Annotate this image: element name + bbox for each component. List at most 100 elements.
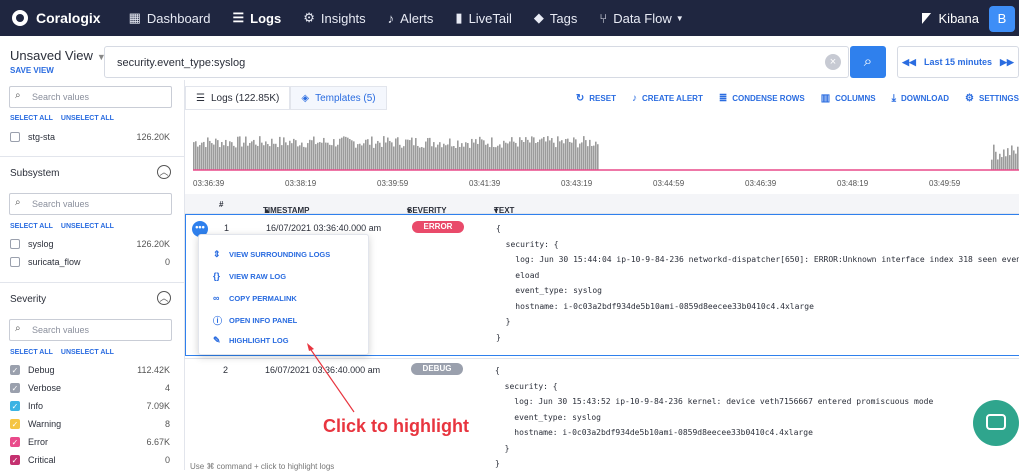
search-button[interactable]: ⌕ bbox=[850, 46, 886, 78]
filter-value[interactable]: ✓ Warning 8 bbox=[10, 419, 170, 429]
checkbox[interactable]: ✓ bbox=[10, 401, 20, 411]
nav-dataflow[interactable]: ⑂ Data Flow ▼ bbox=[599, 11, 683, 26]
histogram-bar bbox=[367, 139, 369, 170]
tab-templates[interactable]: ◈ Templates (5) bbox=[290, 86, 387, 110]
nav-label: Logs bbox=[250, 10, 282, 26]
checkbox[interactable]: ✓ bbox=[10, 455, 20, 465]
nav-logs[interactable]: ☰ Logs bbox=[232, 10, 281, 26]
nav-tags[interactable]: ◆ Tags bbox=[534, 10, 577, 26]
create-alert-button[interactable]: ♪ CREATE ALERT bbox=[632, 93, 703, 104]
filter-value[interactable]: suricata_flow 0 bbox=[10, 257, 170, 267]
menu-item-highlight-log[interactable]: ✎ HIGHLIGHT LOG bbox=[213, 335, 289, 346]
search-values-input[interactable]: Search values bbox=[9, 193, 172, 215]
row-context-menu: ⇕ VIEW SURROUNDING LOGS {} VIEW RAW LOG … bbox=[198, 234, 369, 355]
brand-logo[interactable]: Coralogix bbox=[12, 10, 101, 26]
histogram-bar bbox=[201, 142, 203, 170]
menu-item-info-panel[interactable]: ⓘ OPEN INFO PANEL bbox=[213, 314, 297, 327]
unselect-all-button[interactable]: UNSELECT ALL bbox=[61, 115, 114, 122]
histogram-bar bbox=[341, 137, 343, 170]
select-all-button[interactable]: SELECT ALL bbox=[10, 223, 53, 230]
histogram-bar bbox=[999, 153, 1001, 170]
rewind-icon[interactable]: ◀◀ bbox=[902, 57, 916, 68]
histogram-bar bbox=[535, 143, 537, 170]
checkbox[interactable]: ✓ bbox=[10, 365, 20, 375]
clear-icon[interactable]: × bbox=[825, 54, 841, 70]
section-header-severity[interactable]: Severity ︿ bbox=[0, 282, 184, 305]
save-view-button[interactable]: SAVE VIEW bbox=[10, 66, 54, 75]
unselect-all-button[interactable]: UNSELECT ALL bbox=[61, 223, 114, 230]
histogram-bar bbox=[1011, 145, 1013, 170]
avatar[interactable]: B bbox=[989, 6, 1015, 32]
histogram-bar bbox=[199, 145, 201, 170]
nav-livetail[interactable]: ▮ LiveTail bbox=[455, 10, 512, 26]
kibana-link[interactable]: Kibana bbox=[921, 11, 979, 26]
menu-item-label: COPY PERMALINK bbox=[229, 293, 297, 303]
histogram-bar bbox=[401, 147, 403, 170]
menu-item-copy-permalink[interactable]: ∞ COPY PERMALINK bbox=[213, 293, 297, 303]
column-header-num[interactable]: # bbox=[219, 200, 223, 209]
view-selector[interactable]: Unsaved View ▼ bbox=[10, 48, 106, 63]
section-header-subsystem[interactable]: Subsystem ︿ bbox=[0, 156, 184, 179]
filter-value[interactable]: ✓ Error 6.67K bbox=[10, 437, 170, 447]
checkbox[interactable] bbox=[10, 132, 20, 142]
dataflow-icon: ⑂ bbox=[599, 10, 608, 26]
histogram-bar bbox=[203, 141, 205, 170]
filter-value[interactable]: stg-sta 126.20K bbox=[10, 132, 170, 142]
forward-icon[interactable]: ▶▶ bbox=[1000, 57, 1014, 68]
unselect-all-button[interactable]: UNSELECT ALL bbox=[61, 349, 114, 356]
histogram-bar bbox=[467, 143, 469, 170]
condense-rows-button[interactable]: ≣ CONDENSE ROWS bbox=[719, 93, 805, 104]
checkbox[interactable]: ✓ bbox=[10, 437, 20, 447]
search-values-input[interactable]: Search values bbox=[9, 319, 172, 341]
histogram-bar bbox=[195, 141, 197, 170]
menu-item-raw-log[interactable]: {} VIEW RAW LOG bbox=[213, 271, 286, 281]
download-button[interactable]: ⤓ DOWNLOAD bbox=[892, 93, 949, 104]
checkbox[interactable] bbox=[10, 239, 20, 249]
action-label: COLUMNS bbox=[835, 94, 876, 103]
filter-value[interactable]: syslog 126.20K bbox=[10, 239, 170, 249]
time-range-picker[interactable]: ◀◀ Last 15 minutes ▶▶ bbox=[897, 46, 1019, 78]
histogram-bar bbox=[409, 140, 411, 170]
filter-value[interactable]: ✓ Critical 0 bbox=[10, 455, 170, 465]
histogram-bar bbox=[333, 139, 335, 170]
histogram-bar bbox=[483, 140, 485, 170]
histogram-bar bbox=[271, 138, 273, 170]
filter-sidebar: Search values ⌕ SELECT ALL UNSELECT ALL s… bbox=[0, 80, 184, 470]
filter-value[interactable]: ✓ Debug 112.42K bbox=[10, 365, 170, 375]
filter-value[interactable]: ✓ Verbose 4 bbox=[10, 383, 170, 393]
histogram-bar bbox=[1001, 157, 1003, 170]
histogram-bar bbox=[435, 147, 437, 170]
chevron-up-icon[interactable]: ︿ bbox=[157, 165, 171, 179]
histogram-bar bbox=[197, 146, 199, 170]
menu-item-surrounding-logs[interactable]: ⇕ VIEW SURROUNDING LOGS bbox=[213, 249, 330, 260]
reset-button[interactable]: ↻ RESET bbox=[576, 93, 616, 104]
select-row: SELECT ALL UNSELECT ALL bbox=[10, 223, 122, 230]
checkbox[interactable]: ✓ bbox=[10, 383, 20, 393]
tab-logs[interactable]: ☰ Logs (122.85K) bbox=[185, 86, 291, 110]
filter-value[interactable]: ✓ Info 7.09K bbox=[10, 401, 170, 411]
select-all-button[interactable]: SELECT ALL bbox=[10, 349, 53, 356]
nav-alerts[interactable]: ♪ Alerts bbox=[388, 11, 434, 26]
columns-button[interactable]: ▥ COLUMNS bbox=[821, 93, 876, 104]
histogram-bar bbox=[489, 147, 491, 170]
log-histogram[interactable] bbox=[193, 130, 1019, 180]
checkbox[interactable]: ✓ bbox=[10, 419, 20, 429]
menu-item-label: VIEW RAW LOG bbox=[229, 271, 287, 281]
histogram-bar bbox=[257, 145, 259, 170]
histogram-bar bbox=[575, 139, 577, 170]
checkbox[interactable] bbox=[10, 257, 20, 267]
chevron-up-icon[interactable]: ︿ bbox=[157, 291, 171, 305]
action-label: CREATE ALERT bbox=[641, 94, 703, 103]
histogram-bar bbox=[239, 136, 241, 170]
chat-button[interactable] bbox=[973, 400, 1019, 446]
nav-insights[interactable]: ⚙ Insights bbox=[303, 10, 365, 26]
nav-dashboard[interactable]: ▦ Dashboard bbox=[129, 10, 211, 26]
histogram-bar bbox=[503, 140, 505, 170]
select-all-button[interactable]: SELECT ALL bbox=[10, 115, 53, 122]
histogram-bar bbox=[233, 145, 235, 170]
query-input[interactable]: security.event_type:syslog bbox=[104, 46, 849, 78]
histogram-bar bbox=[255, 144, 257, 170]
search-values-input[interactable]: Search values bbox=[9, 86, 172, 108]
histogram-bar bbox=[289, 140, 291, 170]
settings-button[interactable]: ⚙ SETTINGS bbox=[965, 93, 1019, 104]
